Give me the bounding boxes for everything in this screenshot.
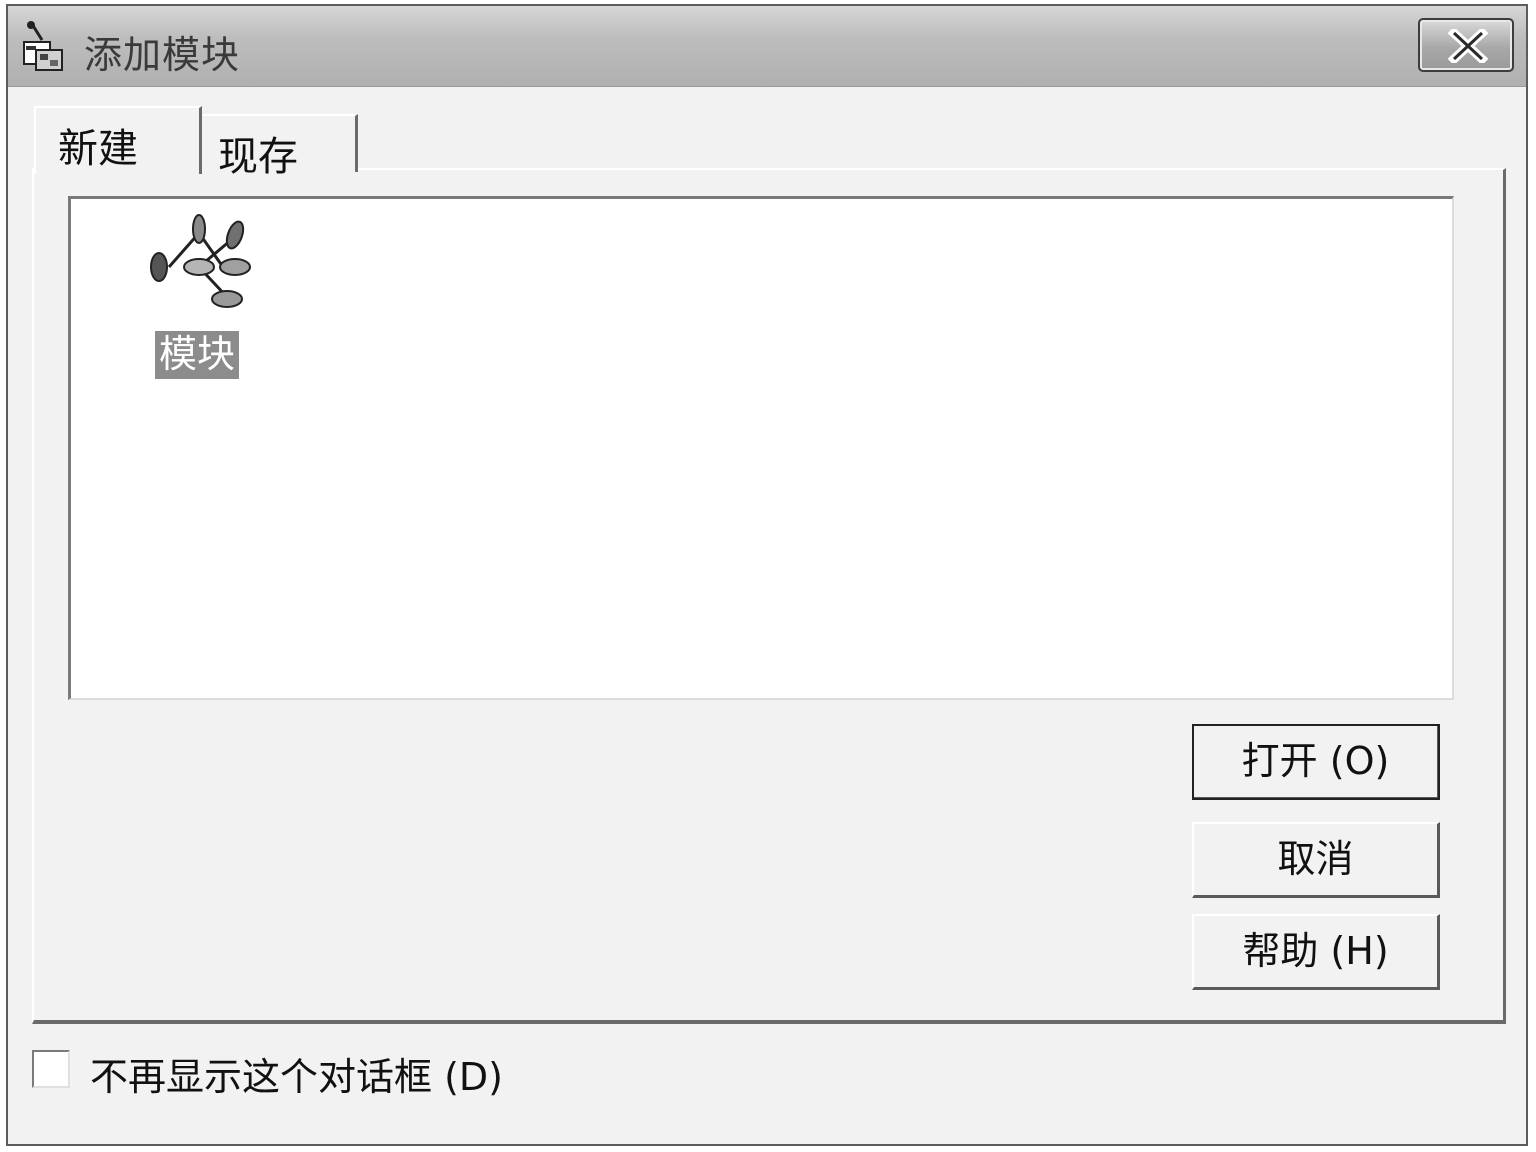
tab-new-label: 新建 [58,126,138,172]
tab-existing[interactable]: 现存 [200,114,358,180]
add-module-icon [20,20,68,72]
title-bar[interactable]: 添加模块 [8,6,1526,87]
dont-show-again-checkbox[interactable] [32,1050,70,1088]
dont-show-again-label[interactable]: 不再显示这个对话框 (D) [90,1046,503,1101]
list-item-label: 模块 [155,331,240,379]
tab-new[interactable]: 新建 [34,106,202,174]
module-icon [147,211,257,325]
window-title: 添加模块 [84,33,241,77]
close-button[interactable] [1418,18,1514,72]
cancel-button[interactable]: 取消 [1192,822,1440,898]
tab-existing-label: 现存 [218,134,298,180]
template-list[interactable]: 模块 [68,196,1454,700]
add-module-dialog: 添加模块 新建 现存 模块 打开 (O) 取消 帮助 (H) 不再显示这个对话框… [6,4,1528,1146]
list-item-module[interactable]: 模块 [147,211,267,381]
open-button[interactable]: 打开 (O) [1192,724,1440,800]
help-button[interactable]: 帮助 (H) [1192,914,1440,990]
